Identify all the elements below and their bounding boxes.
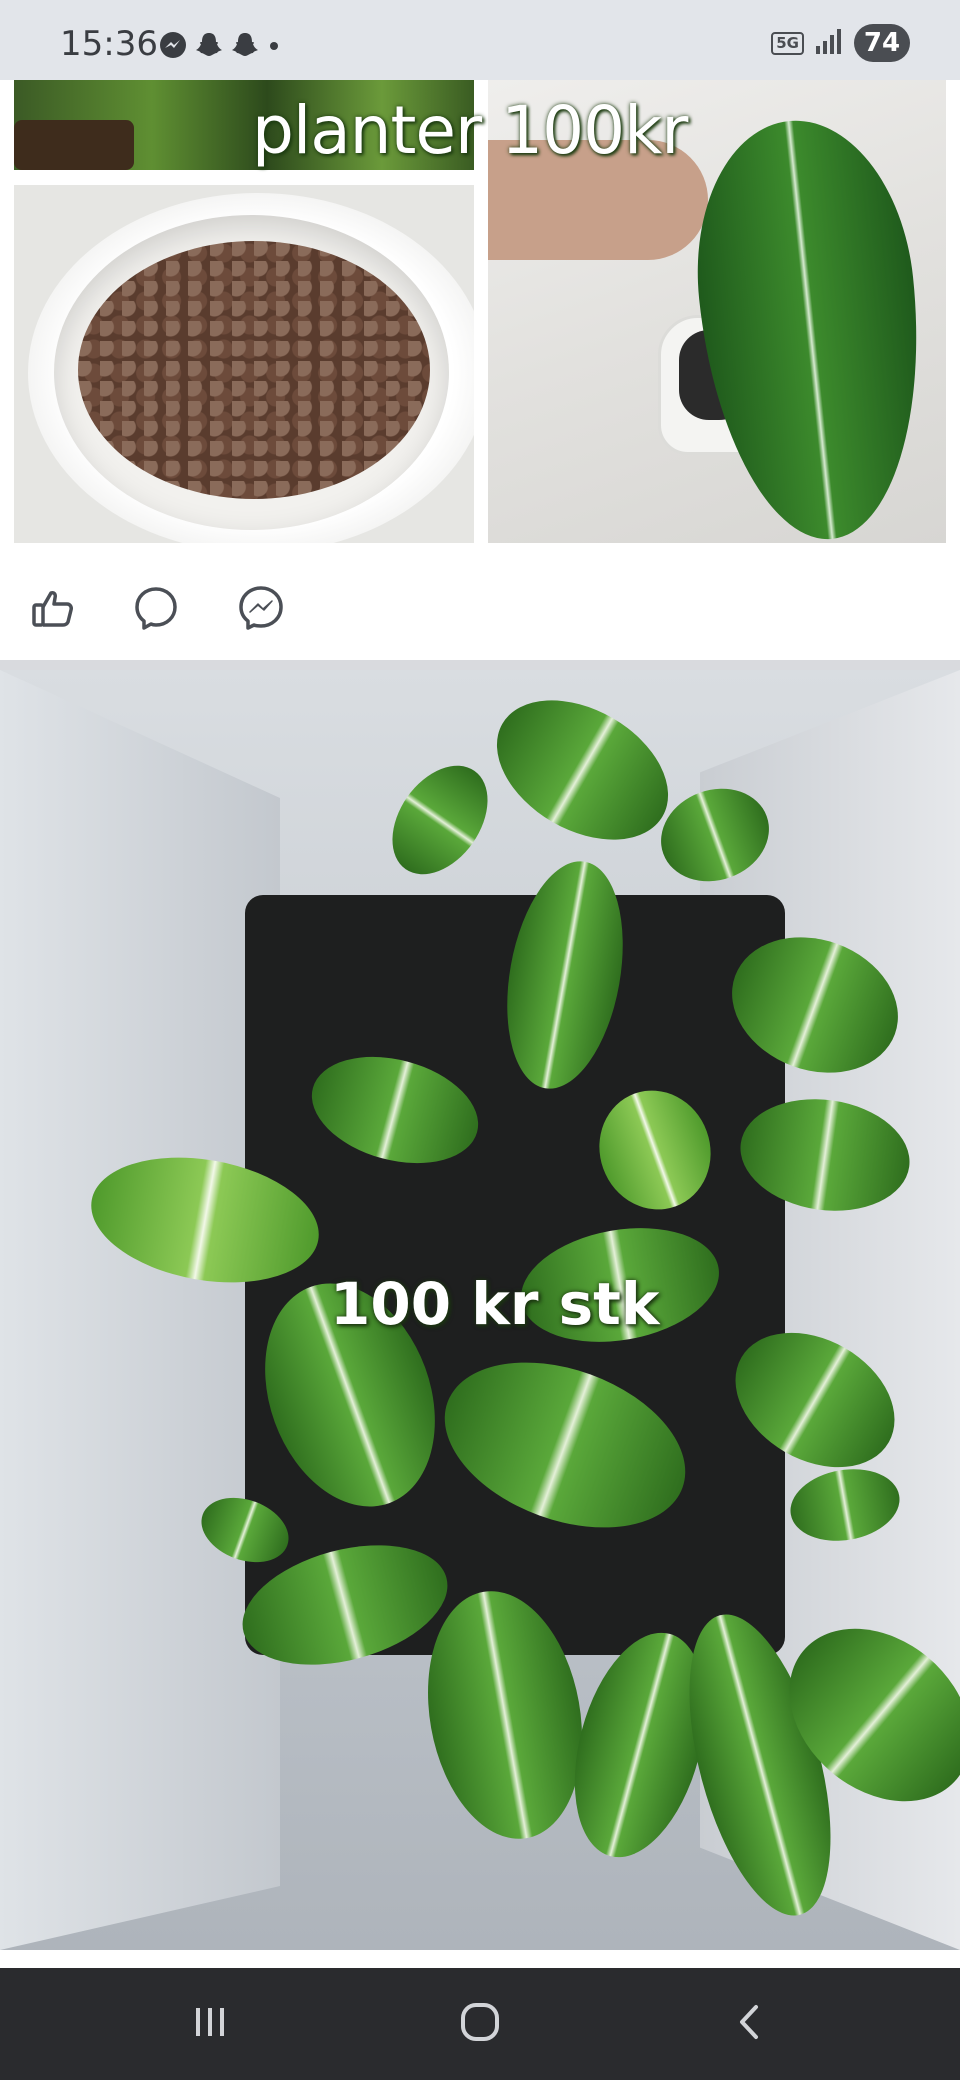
send-messenger-button[interactable] — [236, 585, 286, 635]
like-button[interactable] — [28, 585, 78, 635]
seeds — [78, 241, 430, 499]
battery-indicator: 74 — [854, 24, 910, 62]
post-photo-seedlings[interactable]: 100 kr stk — [0, 670, 960, 1950]
system-nav-bar — [0, 1968, 960, 2080]
messenger-icon — [237, 584, 285, 637]
comment-button[interactable] — [131, 585, 181, 635]
notification-icons — [158, 30, 282, 60]
post-actions — [0, 560, 960, 660]
dot-icon — [266, 30, 282, 60]
recent-apps-button[interactable] — [180, 1996, 240, 2052]
recent-apps-icon — [190, 2002, 230, 2047]
snapchat-icon — [230, 30, 260, 60]
post-divider — [0, 660, 960, 670]
soil — [14, 120, 134, 170]
image-caption: 100 kr stk — [330, 1270, 660, 1338]
like-icon — [30, 585, 76, 636]
spacer — [0, 1950, 960, 1968]
status-right: 5G 74 — [771, 24, 910, 62]
large-leaf — [681, 109, 940, 543]
status-time: 15:36 — [60, 24, 158, 64]
messenger-icon — [158, 30, 188, 60]
image-caption: planter 100kr — [252, 92, 688, 169]
snapchat-icon — [194, 30, 224, 60]
photo-seeds-bowl[interactable] — [14, 185, 474, 543]
signal-icon — [814, 26, 844, 61]
network-type: 5G — [771, 31, 804, 55]
post-photo-grid[interactable]: planter 100kr — [0, 80, 960, 545]
leaf — [372, 747, 508, 893]
leaf — [472, 671, 693, 869]
home-button[interactable] — [450, 1996, 510, 2052]
comment-icon — [132, 584, 180, 637]
status-bar: 15:36 5G 74 — [0, 0, 960, 80]
box-wall-left — [0, 670, 280, 1950]
back-button[interactable] — [720, 1996, 780, 2052]
back-icon — [730, 2002, 770, 2047]
home-icon — [458, 2000, 502, 2049]
